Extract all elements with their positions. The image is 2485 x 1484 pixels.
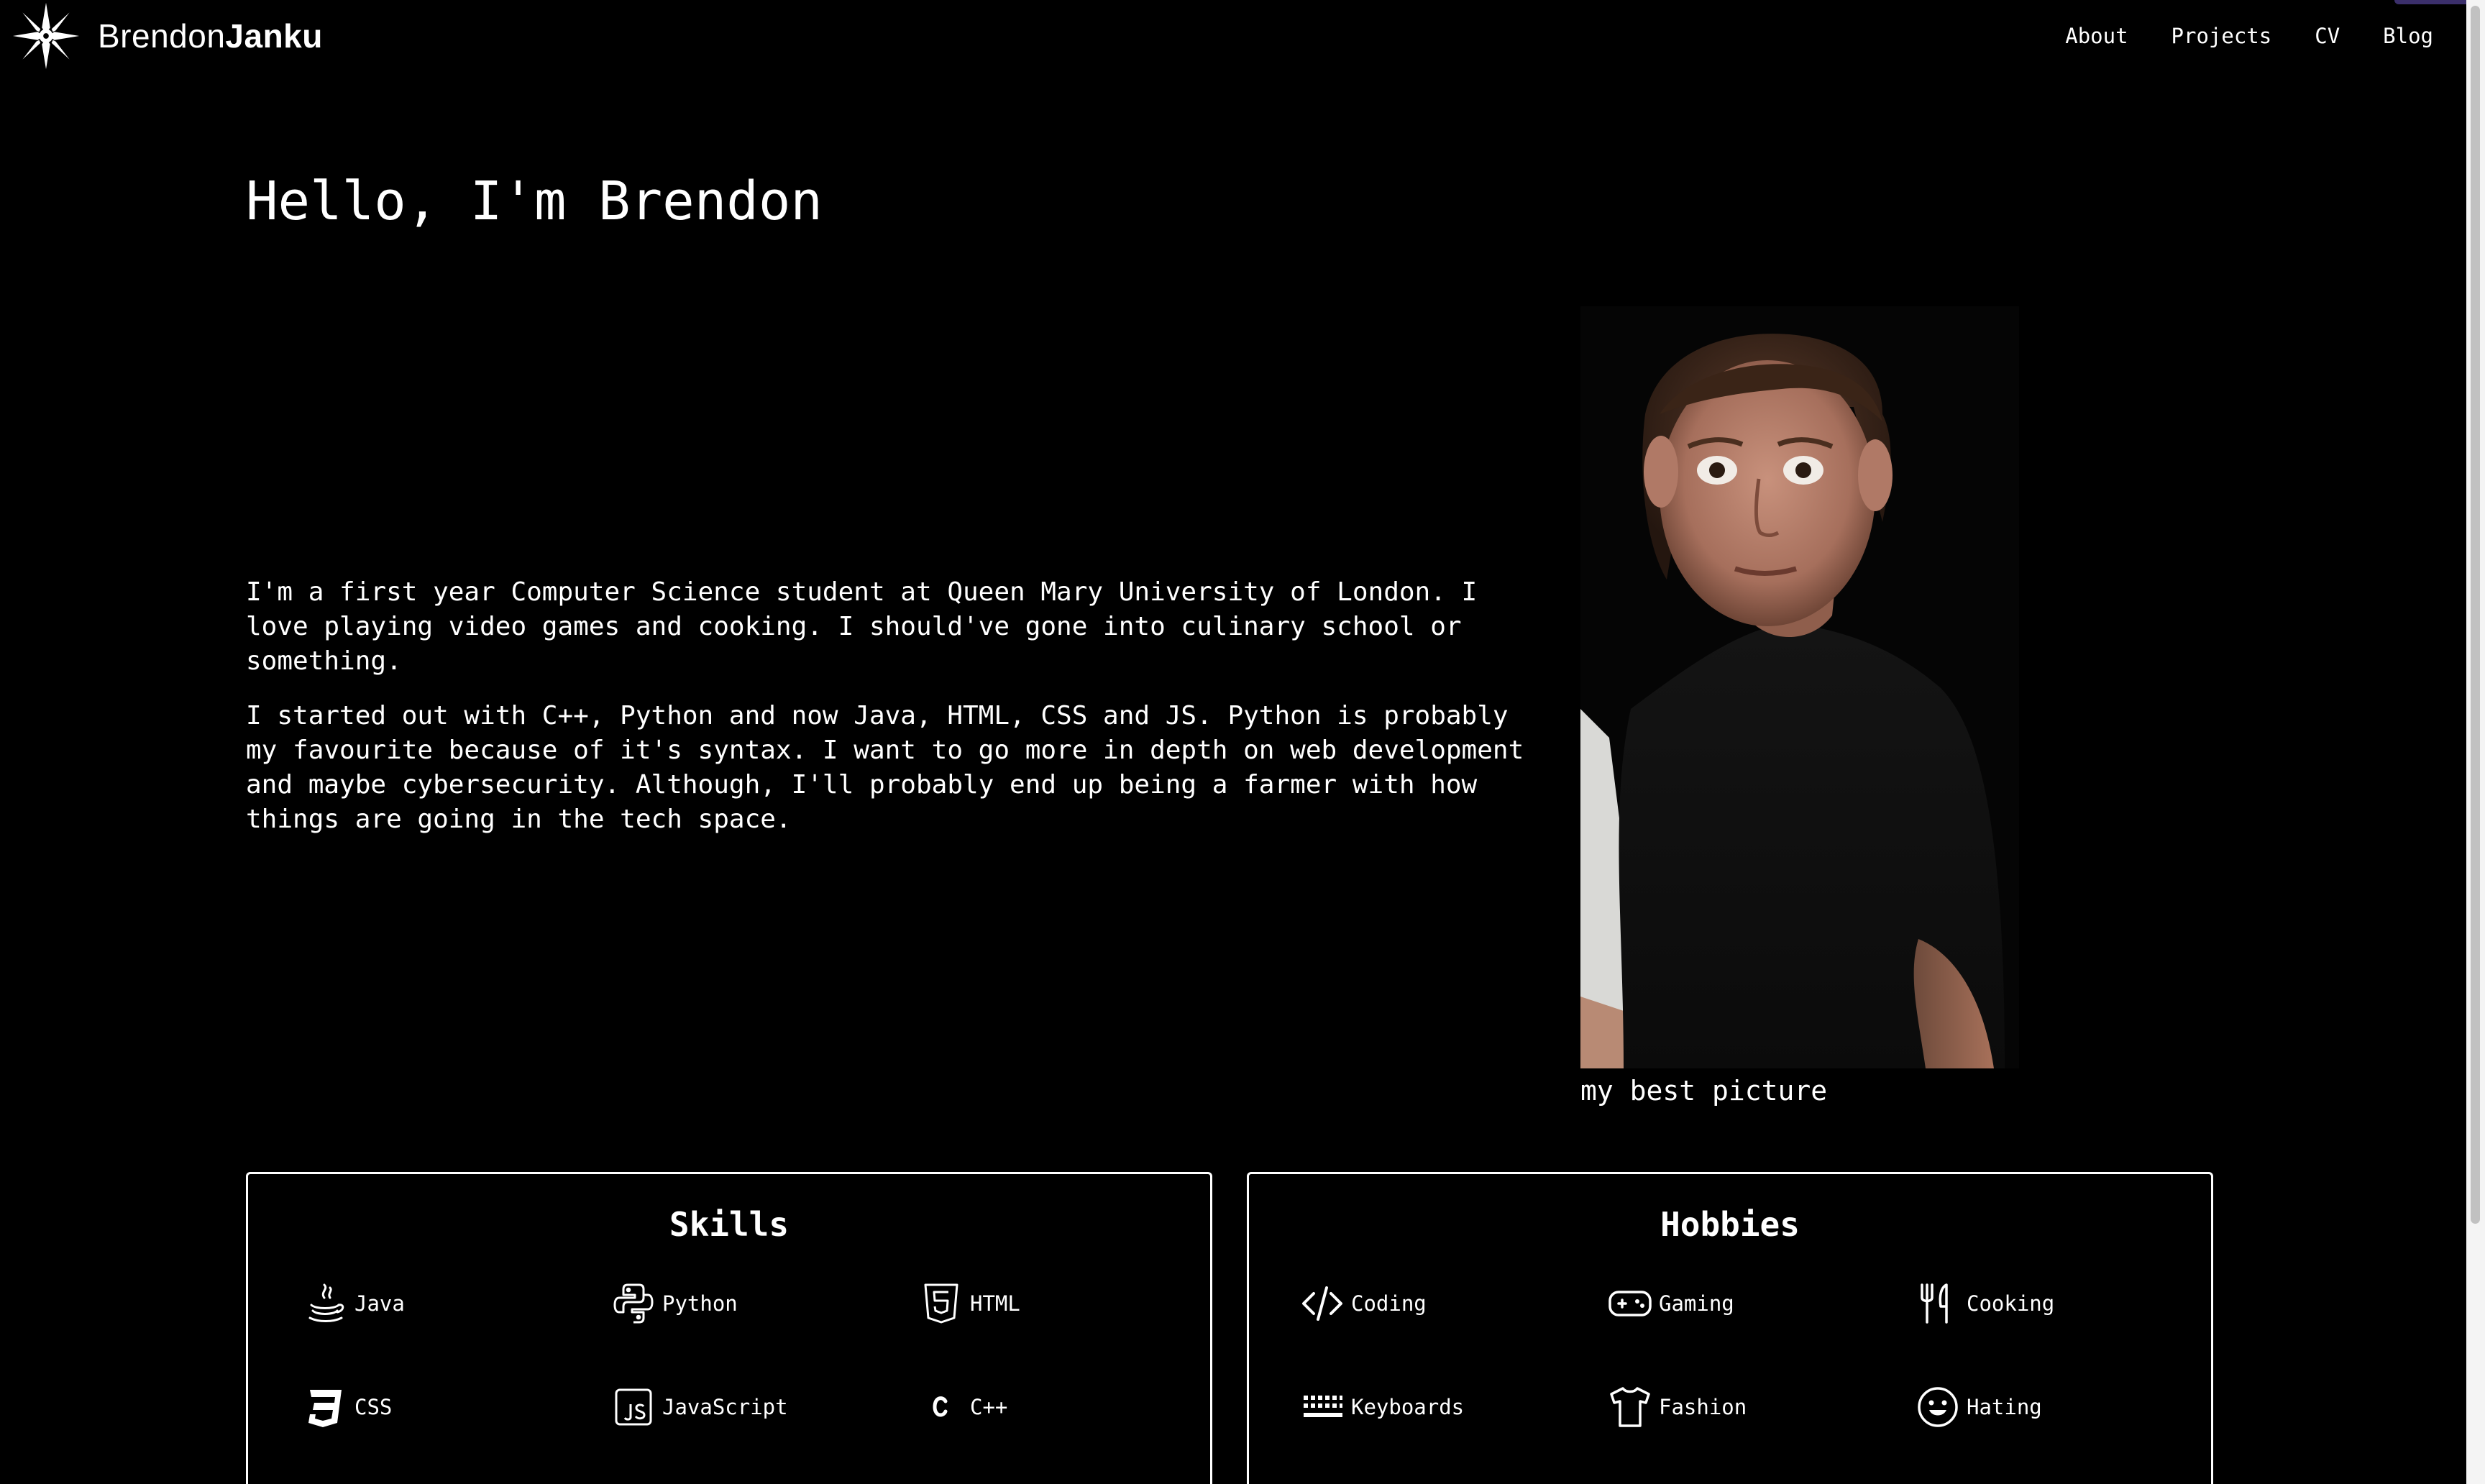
keyboard-icon bbox=[1304, 1396, 1342, 1417]
html5-icon bbox=[924, 1283, 958, 1324]
skill-java: Java bbox=[303, 1275, 405, 1332]
java-icon bbox=[308, 1283, 344, 1322]
skill-html: HTML bbox=[918, 1275, 1020, 1332]
hobby-fashion: Fashion bbox=[1607, 1378, 1747, 1436]
skill-label: Python bbox=[662, 1291, 738, 1316]
nav-link-projects[interactable]: Projects bbox=[2171, 22, 2272, 50]
corner-accent bbox=[2394, 0, 2466, 4]
profile-figure: my best picture bbox=[1580, 306, 2019, 1109]
nav-link-about[interactable]: About bbox=[2065, 22, 2128, 50]
code-icon bbox=[1302, 1286, 1342, 1321]
skill-label: JavaScript bbox=[662, 1395, 788, 1419]
hobby-label: Gaming bbox=[1659, 1291, 1734, 1316]
skill-python: Python bbox=[610, 1275, 738, 1332]
smiley-icon bbox=[1918, 1387, 1958, 1427]
skill-javascript: JavaScript bbox=[610, 1378, 788, 1436]
hobby-cooking: Cooking bbox=[1915, 1275, 2054, 1332]
profile-photo bbox=[1580, 306, 2019, 1068]
hobby-coding: Coding bbox=[1299, 1275, 1427, 1332]
hobby-label: Cooking bbox=[1967, 1291, 2055, 1316]
hobby-keyboards: Keyboards bbox=[1299, 1378, 1464, 1436]
skills-card: Skills Java Python HTML CSS JavaScript C… bbox=[246, 1172, 1212, 1484]
gamepad-icon bbox=[1608, 1291, 1652, 1316]
photo-caption: my best picture bbox=[1580, 1075, 1828, 1107]
hobby-label: Keyboards bbox=[1351, 1395, 1465, 1419]
c-icon bbox=[933, 1396, 948, 1417]
star-logo-icon[interactable] bbox=[12, 1, 81, 70]
brand-first: Brendon bbox=[98, 17, 226, 55]
hobby-label: Coding bbox=[1351, 1291, 1427, 1316]
skill-cpp: C++ bbox=[918, 1378, 1007, 1436]
css3-icon bbox=[308, 1390, 342, 1427]
brand-last: Janku bbox=[225, 17, 323, 55]
shirt-icon bbox=[1610, 1387, 1650, 1427]
hobbies-card: Hobbies Coding Gaming Cooking Keyboards … bbox=[1247, 1172, 2213, 1484]
skill-label: Java bbox=[354, 1291, 405, 1316]
skills-title: Skills bbox=[669, 1205, 790, 1244]
skill-label: CSS bbox=[354, 1395, 393, 1419]
skill-css: CSS bbox=[303, 1378, 392, 1436]
hobby-label: Hating bbox=[1967, 1395, 2042, 1419]
nav-links: About Projects CV Blog bbox=[2022, 22, 2433, 50]
top-nav: BrendonJanku About Projects CV Blog bbox=[0, 0, 2466, 72]
fork-knife-icon bbox=[1921, 1283, 1948, 1324]
brand-name[interactable]: BrendonJanku bbox=[98, 16, 323, 56]
intro-paragraph: I started out with C++, Python and now J… bbox=[246, 701, 1524, 834]
python-icon bbox=[613, 1283, 654, 1324]
javascript-icon bbox=[615, 1388, 652, 1426]
hobby-label: Fashion bbox=[1659, 1395, 1747, 1419]
hobby-gaming: Gaming bbox=[1607, 1275, 1734, 1332]
skill-label: C++ bbox=[970, 1395, 1008, 1419]
scrollbar-thumb[interactable] bbox=[2471, 6, 2480, 1224]
page-title: Hello, I'm Brendon bbox=[246, 170, 823, 232]
hobbies-title: Hobbies bbox=[1660, 1205, 1800, 1244]
nav-link-cv[interactable]: CV bbox=[2315, 22, 2340, 50]
nav-link-blog[interactable]: Blog bbox=[2383, 22, 2433, 50]
intro-paragraph: I'm a first year Computer Science studen… bbox=[246, 577, 1478, 676]
intro-text: I'm a first year Computer Science studen… bbox=[246, 575, 1533, 857]
hobby-hating: Hating bbox=[1915, 1378, 2042, 1436]
skill-label: HTML bbox=[970, 1291, 1020, 1316]
